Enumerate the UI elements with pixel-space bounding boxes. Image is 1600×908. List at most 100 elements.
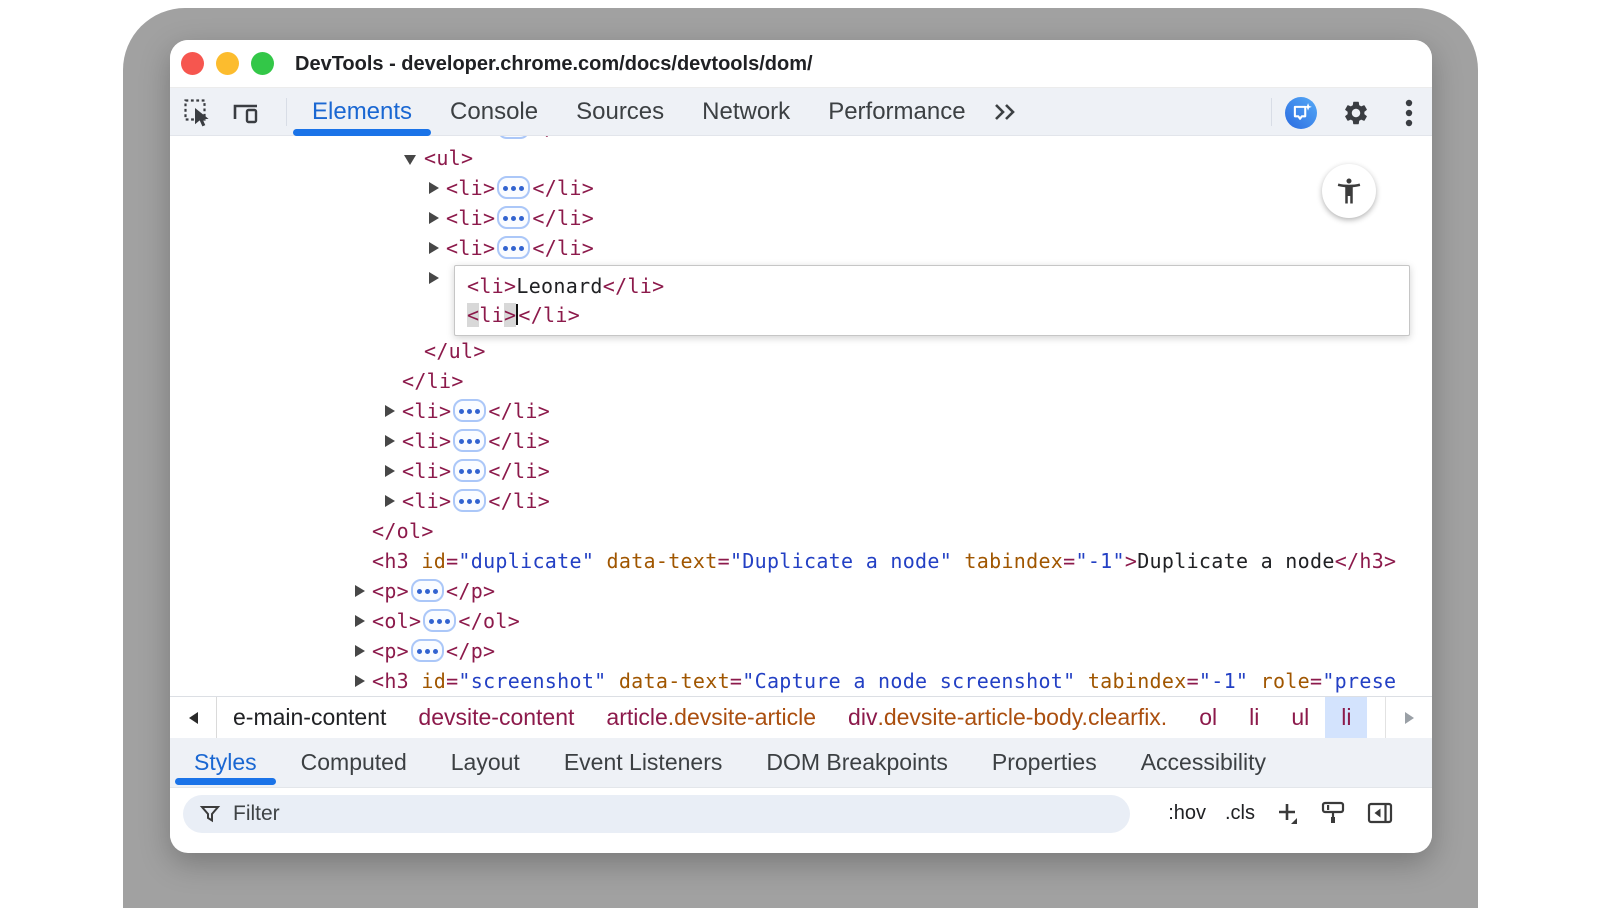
hidden-children-ellipsis-icon[interactable]	[453, 429, 486, 452]
hidden-children-ellipsis-icon[interactable]	[497, 236, 530, 259]
filter-input[interactable]: Filter	[183, 795, 1130, 833]
sidebar-tab-properties[interactable]: Properties	[970, 738, 1119, 787]
element-classes-button[interactable]: .cls	[1225, 802, 1255, 825]
tab-elements[interactable]: Elements	[293, 88, 431, 136]
minimize-button[interactable]	[216, 52, 239, 75]
dom-tree-row[interactable]: <li></li>	[446, 203, 594, 233]
expand-arrow-icon[interactable]	[385, 435, 395, 447]
new-style-rule-button[interactable]	[1274, 800, 1300, 826]
hidden-children-ellipsis-icon[interactable]	[497, 206, 530, 229]
sidebar-tab-computed[interactable]: Computed	[279, 738, 429, 787]
expand-arrow-icon[interactable]	[355, 585, 365, 597]
breadcrumb-item[interactable]: devsite-content	[402, 697, 590, 738]
code-token: tabindex	[1088, 669, 1187, 693]
code-token: =	[1310, 669, 1322, 693]
tab-console[interactable]: Console	[431, 88, 557, 136]
breadcrumb-item[interactable]: li	[1325, 697, 1367, 738]
sidebar-tab-dom-breakpoints[interactable]: DOM Breakpoints	[744, 738, 970, 787]
expand-arrow-icon[interactable]	[355, 615, 365, 627]
sidebar-tab-styles[interactable]: Styles	[172, 738, 279, 787]
sidebar-tab-accessibility[interactable]: Accessibility	[1119, 738, 1288, 787]
breadcrumb-item[interactable]: ol	[1183, 697, 1233, 738]
code-token: <	[467, 303, 479, 327]
hidden-children-ellipsis-icon[interactable]	[453, 459, 486, 482]
tab-label: Network	[702, 98, 790, 126]
toggle-sidebar-button[interactable]	[1366, 799, 1394, 827]
edit-line-1: <li>Leonard</li>	[467, 272, 1409, 301]
hidden-children-ellipsis-icon[interactable]	[497, 176, 530, 199]
more-tabs-button[interactable]	[992, 88, 1020, 136]
breadcrumb-item[interactable]: li	[1233, 697, 1275, 738]
dom-tree-row[interactable]: <li></li>	[402, 486, 550, 516]
dom-tree-row[interactable]: <li></li>	[402, 456, 550, 486]
breadcrumb-part: .devsite-article-body.clearfix.	[877, 704, 1167, 731]
sidebar-tab-event-listeners[interactable]: Event Listeners	[542, 738, 745, 787]
dom-tree-row[interactable]: <li></li>	[402, 396, 550, 426]
hidden-children-ellipsis-icon[interactable]	[411, 639, 444, 662]
dom-tree-row[interactable]: <h3 id="screenshot" data-text="Capture a…	[372, 666, 1396, 696]
dom-tree-row[interactable]: <li></li>	[446, 173, 594, 203]
breadcrumb-scroll-left-button[interactable]	[170, 697, 217, 738]
tab-sources[interactable]: Sources	[557, 88, 683, 136]
dom-tree-row[interactable]: <li></li>	[446, 233, 594, 263]
expand-arrow-icon[interactable]	[385, 405, 395, 417]
device-toolbar-button[interactable]	[230, 97, 262, 129]
expand-arrow-icon[interactable]	[429, 272, 439, 284]
breadcrumb-scroll-right-button[interactable]	[1385, 697, 1432, 738]
dom-tree-row[interactable]: <li></li>	[402, 426, 550, 456]
hidden-children-ellipsis-icon[interactable]	[411, 579, 444, 602]
hidden-children-ellipsis-icon[interactable]	[497, 136, 530, 139]
code-token: </h3>	[1335, 549, 1397, 573]
tab-network[interactable]: Network	[683, 88, 809, 136]
code-token: =	[1063, 549, 1075, 573]
collapse-arrow-icon[interactable]	[404, 155, 416, 165]
dom-tree-row[interactable]: <h3 id="duplicate" data-text="Duplicate …	[372, 546, 1396, 576]
breadcrumb-part: li	[1341, 704, 1351, 731]
rendering-emulation-button[interactable]	[1319, 799, 1347, 827]
settings-gear-icon[interactable]	[1340, 97, 1372, 129]
expand-arrow-icon[interactable]	[355, 645, 365, 657]
dom-tree-row[interactable]: </li>	[402, 366, 464, 396]
code-token: </ul>	[424, 339, 486, 363]
code-token: </li>	[532, 136, 594, 140]
expand-arrow-icon[interactable]	[385, 495, 395, 507]
maximize-button[interactable]	[251, 52, 274, 75]
expand-arrow-icon[interactable]	[429, 242, 439, 254]
accessibility-helper-button[interactable]	[1322, 164, 1376, 218]
breadcrumb-part: li	[1249, 704, 1259, 731]
dom-tree-row[interactable]: </ol>	[372, 516, 434, 546]
hidden-children-ellipsis-icon[interactable]	[453, 399, 486, 422]
dom-tree-row[interactable]: <ul>	[424, 143, 473, 173]
kebab-menu-icon[interactable]	[1393, 97, 1425, 129]
dom-tree-row[interactable]: <p></p>	[372, 636, 495, 666]
sidebar-tab-label: DOM Breakpoints	[766, 749, 948, 776]
inspect-element-button[interactable]	[182, 97, 214, 129]
dom-tree-row[interactable]: <li></li>	[446, 136, 594, 143]
expand-arrow-icon[interactable]	[429, 212, 439, 224]
code-token: data-text	[607, 549, 718, 573]
expand-arrow-icon[interactable]	[429, 182, 439, 194]
sidebar-tab-layout[interactable]: Layout	[429, 738, 542, 787]
code-token: <li>	[446, 206, 495, 230]
dom-tree-row[interactable]: <p></p>	[372, 576, 495, 606]
code-token: id	[421, 669, 446, 693]
breadcrumb-item[interactable]: div.devsite-article-body.clearfix.	[832, 697, 1183, 738]
toggle-element-state-button[interactable]: :hov	[1168, 802, 1206, 825]
expand-arrow-icon[interactable]	[355, 675, 365, 687]
dom-tree-row[interactable]: </ul>	[424, 336, 486, 366]
close-button[interactable]	[181, 52, 204, 75]
breadcrumb-item[interactable]: ul	[1275, 697, 1325, 738]
code-token: </li>	[488, 429, 550, 453]
hidden-children-ellipsis-icon[interactable]	[453, 489, 486, 512]
breadcrumb-item[interactable]: e-main-content	[217, 697, 402, 738]
code-token: "duplicate"	[458, 549, 594, 573]
dom-tree-row[interactable]: <ol></ol>	[372, 606, 520, 636]
breadcrumb-part: div	[848, 704, 877, 731]
breadcrumb-item[interactable]: article.devsite-article	[590, 697, 832, 738]
tab-label: Performance	[828, 98, 965, 126]
node-edit-box[interactable]: <li>Leonard</li> <li></li>	[454, 265, 1410, 336]
hidden-children-ellipsis-icon[interactable]	[423, 609, 456, 632]
tab-performance[interactable]: Performance	[809, 88, 984, 136]
ai-assistance-button[interactable]	[1285, 97, 1317, 129]
expand-arrow-icon[interactable]	[385, 465, 395, 477]
